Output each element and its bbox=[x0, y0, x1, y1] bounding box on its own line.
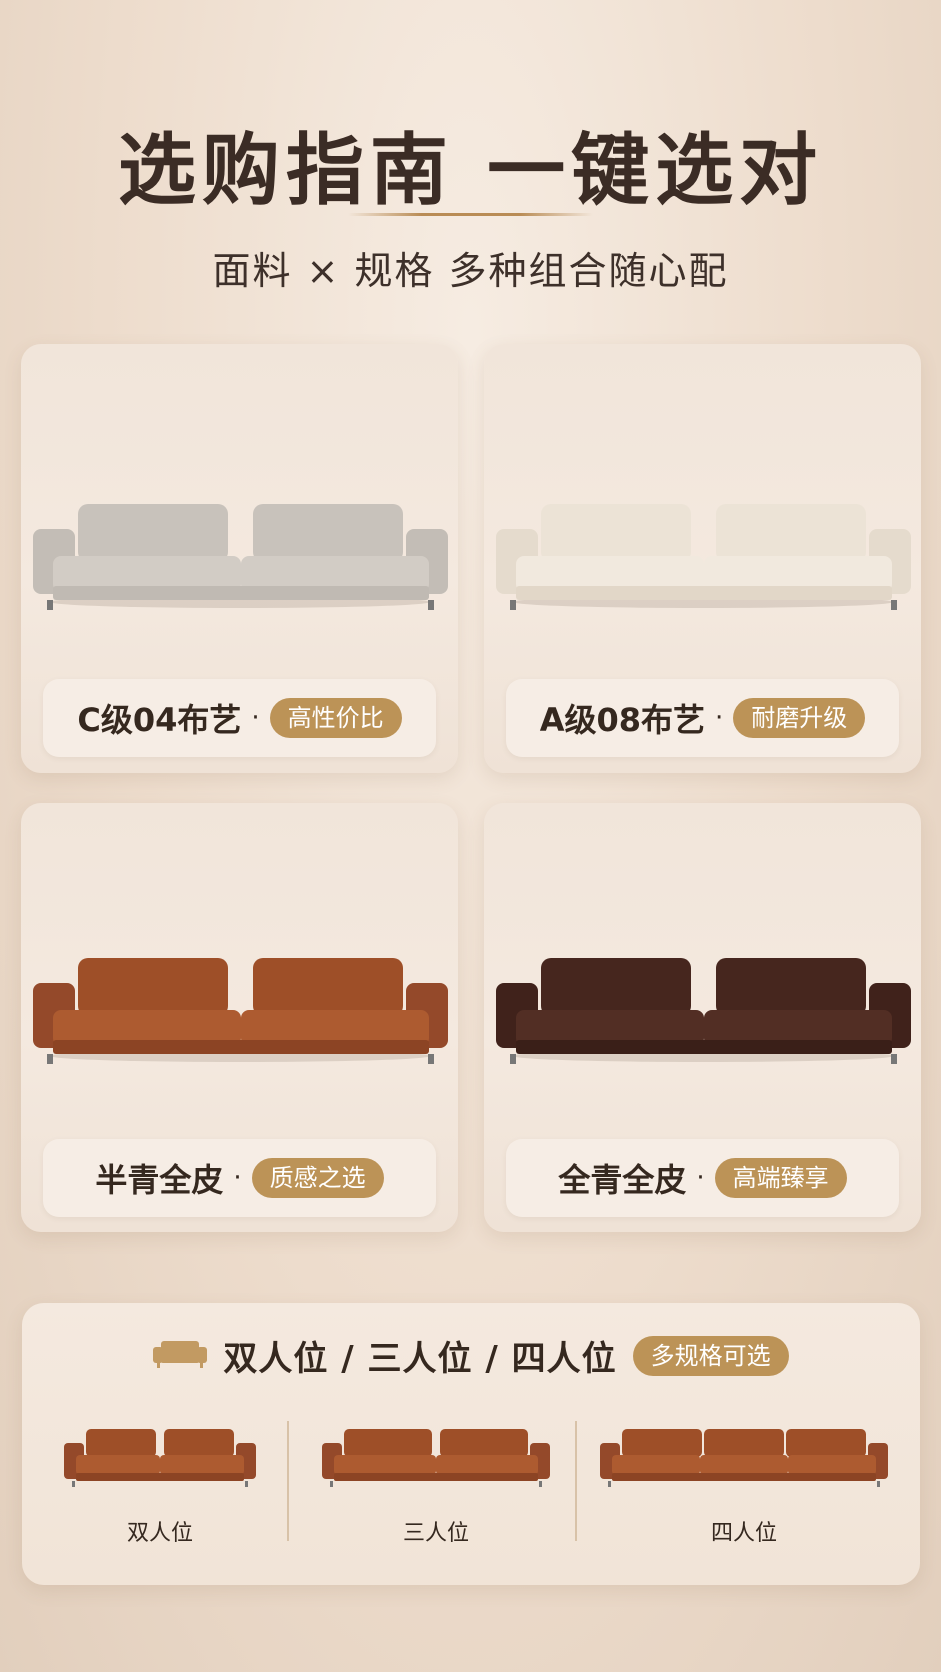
size-options-panel: 双人位 / 三人位 / 四人位 多规格可选 双人位 三人位 四人位 bbox=[22, 1303, 920, 1585]
option-name: 半青全皮 bbox=[95, 1161, 224, 1199]
size-label: 四人位 bbox=[710, 1521, 777, 1546]
separator: · bbox=[251, 703, 260, 733]
option-card-full-leather[interactable]: 全青全皮 · 高端臻享 bbox=[484, 803, 921, 1232]
separator: · bbox=[715, 703, 724, 733]
size-label: 双人位 bbox=[126, 1521, 193, 1546]
size-option-2-seat[interactable] bbox=[64, 1413, 256, 1503]
size-label: 三人位 bbox=[402, 1521, 469, 1546]
option-card-half-leather[interactable]: 半青全皮 · 质感之选 bbox=[21, 803, 458, 1232]
size-header: 双人位 / 三人位 / 四人位 多规格可选 bbox=[22, 1331, 920, 1380]
option-label: A级08布艺 · 耐磨升级 bbox=[506, 679, 899, 757]
option-badge: 质感之选 bbox=[251, 1158, 384, 1198]
size-title: 双人位 / 三人位 / 四人位 bbox=[223, 1339, 617, 1379]
size-badge: 多规格可选 bbox=[632, 1335, 789, 1376]
option-label: C级04布艺 · 高性价比 bbox=[43, 679, 436, 757]
option-badge: 高端臻享 bbox=[714, 1158, 847, 1198]
divider bbox=[287, 1421, 289, 1541]
divider bbox=[575, 1421, 577, 1541]
separator: · bbox=[233, 1163, 242, 1193]
option-name: 全青全皮 bbox=[558, 1161, 687, 1199]
cream-fabric-sofa-icon bbox=[496, 474, 911, 614]
size-option-4-seat[interactable] bbox=[600, 1413, 888, 1503]
two-seat-sofa-icon bbox=[64, 1429, 256, 1487]
option-card-c04-fabric[interactable]: C级04布艺 · 高性价比 bbox=[21, 344, 458, 773]
option-badge: 耐磨升级 bbox=[733, 698, 866, 738]
option-label: 半青全皮 · 质感之选 bbox=[43, 1139, 436, 1217]
option-card-a08-fabric[interactable]: A级08布艺 · 耐磨升级 bbox=[484, 344, 921, 773]
tan-leather-sofa-icon bbox=[33, 928, 448, 1068]
page-title: 选购指南 一键选对 bbox=[117, 126, 824, 216]
option-label: 全青全皮 · 高端臻享 bbox=[506, 1139, 899, 1217]
sofa-icon bbox=[153, 1339, 208, 1373]
gray-fabric-sofa-icon bbox=[33, 474, 448, 614]
option-name: A级08布艺 bbox=[539, 701, 706, 739]
four-seat-sofa-icon bbox=[600, 1429, 888, 1487]
header: 选购指南 一键选对 面料 × 规格 多种组合随心配 bbox=[0, 0, 941, 320]
page-subtitle: 面料 × 规格 多种组合随心配 bbox=[212, 249, 729, 293]
separator: · bbox=[696, 1163, 705, 1193]
dark-brown-leather-sofa-icon bbox=[496, 928, 911, 1068]
option-badge: 高性价比 bbox=[269, 698, 402, 738]
three-seat-sofa-icon bbox=[322, 1429, 550, 1487]
size-option-3-seat[interactable] bbox=[322, 1413, 550, 1503]
option-name: C级04布艺 bbox=[77, 701, 242, 739]
title-underline bbox=[348, 213, 593, 216]
